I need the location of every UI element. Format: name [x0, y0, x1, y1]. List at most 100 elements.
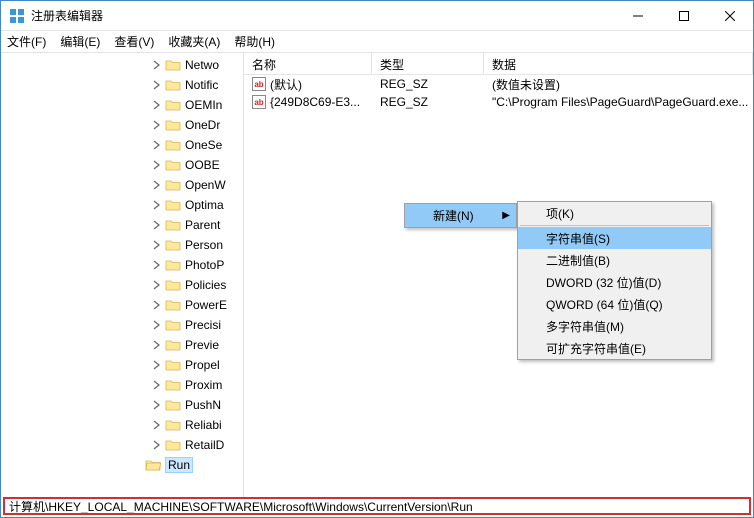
folder-icon — [165, 318, 181, 332]
menu-help[interactable]: 帮助(H) — [234, 33, 275, 50]
col-name[interactable]: 名称 — [244, 53, 372, 74]
row-name: {249D8C69-E3... — [270, 95, 360, 109]
tree-item[interactable]: OOBE — [1, 155, 243, 175]
row-type: REG_SZ — [372, 95, 484, 109]
expand-icon[interactable] — [151, 339, 163, 351]
folder-icon — [165, 238, 181, 252]
folder-icon — [165, 178, 181, 192]
tree-item[interactable]: Previe — [1, 335, 243, 355]
tree-item-selected[interactable]: Run — [1, 455, 243, 475]
tree-item[interactable]: Notific — [1, 75, 243, 95]
sub-dword[interactable]: DWORD (32 位)值(D) — [518, 271, 711, 293]
tree-item[interactable]: Proxim — [1, 375, 243, 395]
folder-icon — [165, 338, 181, 352]
context-menu: 新建(N) ▶ — [404, 203, 517, 228]
expand-icon[interactable] — [151, 259, 163, 271]
tree-label: RetailD — [185, 438, 224, 452]
tree-label: Proxim — [185, 378, 222, 392]
tree-item[interactable]: Parent — [1, 215, 243, 235]
sub-qword[interactable]: QWORD (64 位)值(Q) — [518, 293, 711, 315]
window-title: 注册表编辑器 — [31, 7, 615, 24]
status-path: 计算机\HKEY_LOCAL_MACHINE\SOFTWARE\Microsof… — [9, 498, 473, 515]
expand-icon[interactable] — [151, 159, 163, 171]
content-area: NetwoNotificOEMInOneDr OneSe OOBE OpenW Opti… — [1, 53, 753, 497]
tree-pane[interactable]: NetwoNotificOEMInOneDr OneSe OOBE OpenW Opti… — [1, 53, 244, 497]
tree-item[interactable]: OEMIn — [1, 95, 243, 115]
tree-label: Optima — [185, 198, 224, 212]
sub-expand[interactable]: 可扩充字符串值(E) — [518, 337, 711, 359]
folder-icon — [165, 138, 181, 152]
tree-item[interactable]: PowerE — [1, 295, 243, 315]
menu-fav[interactable]: 收藏夹(A) — [168, 33, 220, 50]
sub-multi-label: 多字符串值(M) — [546, 318, 624, 335]
string-value-icon: ab — [252, 95, 266, 109]
folder-icon — [165, 218, 181, 232]
expand-icon[interactable] — [131, 459, 143, 471]
tree-item[interactable]: PushN — [1, 395, 243, 415]
expand-icon[interactable] — [151, 79, 163, 91]
list-header: 名称 类型 数据 — [244, 53, 753, 75]
sub-string[interactable]: 字符串值(S) — [518, 227, 711, 249]
expand-icon[interactable] — [151, 139, 163, 151]
tree-label: OpenW — [185, 178, 226, 192]
expand-icon[interactable] — [151, 119, 163, 131]
tree-item[interactable]: OneDr — [1, 115, 243, 135]
col-type[interactable]: 类型 — [372, 53, 484, 74]
list-row[interactable]: ab {249D8C69-E3... REG_SZ"C:\Program Files… — [244, 93, 753, 111]
expand-icon[interactable] — [151, 299, 163, 311]
sub-binary[interactable]: 二进制值(B) — [518, 249, 711, 271]
tree-item[interactable]: OpenW — [1, 175, 243, 195]
expand-icon[interactable] — [151, 359, 163, 371]
tree-item[interactable]: PhotoP — [1, 255, 243, 275]
maximize-button[interactable] — [661, 1, 707, 31]
expand-icon[interactable] — [151, 379, 163, 391]
tree-label: Reliabi — [185, 418, 222, 432]
menu-edit[interactable]: 编辑(E) — [60, 33, 100, 50]
folder-icon — [165, 198, 181, 212]
expand-icon[interactable] — [151, 279, 163, 291]
tree-item[interactable]: OneSe — [1, 135, 243, 155]
app-icon — [9, 8, 25, 24]
folder-icon — [165, 298, 181, 312]
ctx-new[interactable]: 新建(N) ▶ — [405, 204, 516, 227]
tree-item[interactable]: Policies — [1, 275, 243, 295]
close-button[interactable] — [707, 1, 753, 31]
tree-label: Policies — [185, 278, 226, 292]
ctx-new-label: 新建(N) — [433, 207, 474, 224]
minimize-button[interactable] — [615, 1, 661, 31]
tree-label: OneSe — [185, 138, 222, 152]
tree-item[interactable]: Reliabi — [1, 415, 243, 435]
menu-view[interactable]: 查看(V) — [114, 33, 154, 50]
tree-item[interactable]: Netwo — [1, 55, 243, 75]
string-value-icon: ab — [252, 77, 266, 91]
sub-dword-label: DWORD (32 位)值(D) — [546, 274, 661, 291]
tree-item[interactable]: Precisi — [1, 315, 243, 335]
expand-icon[interactable] — [151, 99, 163, 111]
tree-item[interactable]: Optima — [1, 195, 243, 215]
expand-icon[interactable] — [151, 179, 163, 191]
expand-icon[interactable] — [151, 439, 163, 451]
expand-icon[interactable] — [151, 419, 163, 431]
tree-label: Parent — [185, 218, 220, 232]
sub-binary-label: 二进制值(B) — [546, 252, 610, 269]
expand-icon[interactable] — [151, 199, 163, 211]
expand-icon[interactable] — [151, 239, 163, 251]
expand-icon[interactable] — [151, 59, 163, 71]
col-data[interactable]: 数据 — [484, 53, 753, 74]
menu-file[interactable]: 文件(F) — [7, 33, 46, 50]
expand-icon[interactable] — [151, 319, 163, 331]
expand-icon[interactable] — [151, 399, 163, 411]
row-data: "C:\Program Files\PageGuard\PageGuard.ex… — [484, 95, 753, 109]
tree-item[interactable]: RetailD — [1, 435, 243, 455]
sub-key[interactable]: 项(K) — [518, 202, 711, 224]
title-bar: 注册表编辑器 — [1, 1, 753, 31]
folder-open-icon — [145, 458, 161, 472]
tree-item[interactable]: Person — [1, 235, 243, 255]
expand-icon[interactable] — [151, 219, 163, 231]
sub-multi[interactable]: 多字符串值(M) — [518, 315, 711, 337]
tree-item[interactable]: Propel — [1, 355, 243, 375]
row-data: (数值未设置) — [484, 76, 753, 93]
list-row[interactable]: ab(默认)REG_SZ(数值未设置) — [244, 75, 753, 93]
folder-icon — [165, 118, 181, 132]
tree-label: Precisi — [185, 318, 221, 332]
